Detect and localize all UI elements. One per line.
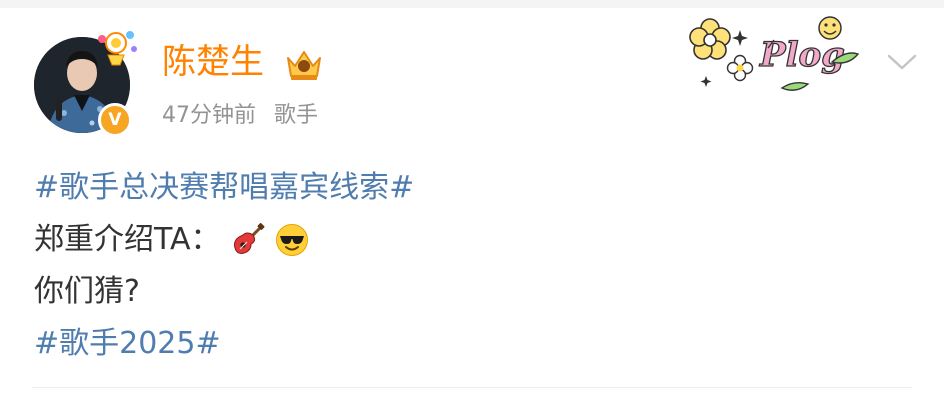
content-text-guess: 你们猜? <box>34 274 140 309</box>
cool-sunglasses-emoji <box>275 223 309 257</box>
post-source[interactable]: 歌手 <box>274 103 318 128</box>
bottom-divider <box>32 387 912 388</box>
crown-badge-icon[interactable] <box>284 46 324 82</box>
content-text-intro: 郑重介绍TA： <box>34 222 221 257</box>
plog-sticker-icon: Plog <box>684 10 864 96</box>
content-line-topic2: #歌手2025# <box>34 318 414 370</box>
topic-link-finale[interactable]: #歌手总决赛帮唱嘉宾线索# <box>34 162 414 214</box>
verified-v-icon: V <box>98 103 132 137</box>
top-separator <box>0 0 944 8</box>
post-time: 47分钟前 <box>162 103 256 128</box>
author-avatar-group[interactable]: V <box>34 31 137 137</box>
author-name[interactable]: 陈楚生 <box>162 40 264 84</box>
topic-link-singer2025[interactable]: #歌手2025# <box>34 318 221 370</box>
content-line-3: 你们猜? <box>34 266 414 318</box>
chevron-down-icon[interactable] <box>886 50 918 74</box>
post-content: #歌手总决赛帮唱嘉宾线索# 郑重介绍TA： 你们猜? #歌手2025# <box>34 162 414 370</box>
content-line-2: 郑重介绍TA： <box>34 214 414 266</box>
avatar-pendant-icon <box>90 25 150 85</box>
guitar-emoji <box>231 223 265 257</box>
content-line-topic1: #歌手总决赛帮唱嘉宾线索# <box>34 162 414 214</box>
plog-text: Plog <box>759 35 845 75</box>
post-meta: 47分钟前 歌手 <box>162 101 318 131</box>
